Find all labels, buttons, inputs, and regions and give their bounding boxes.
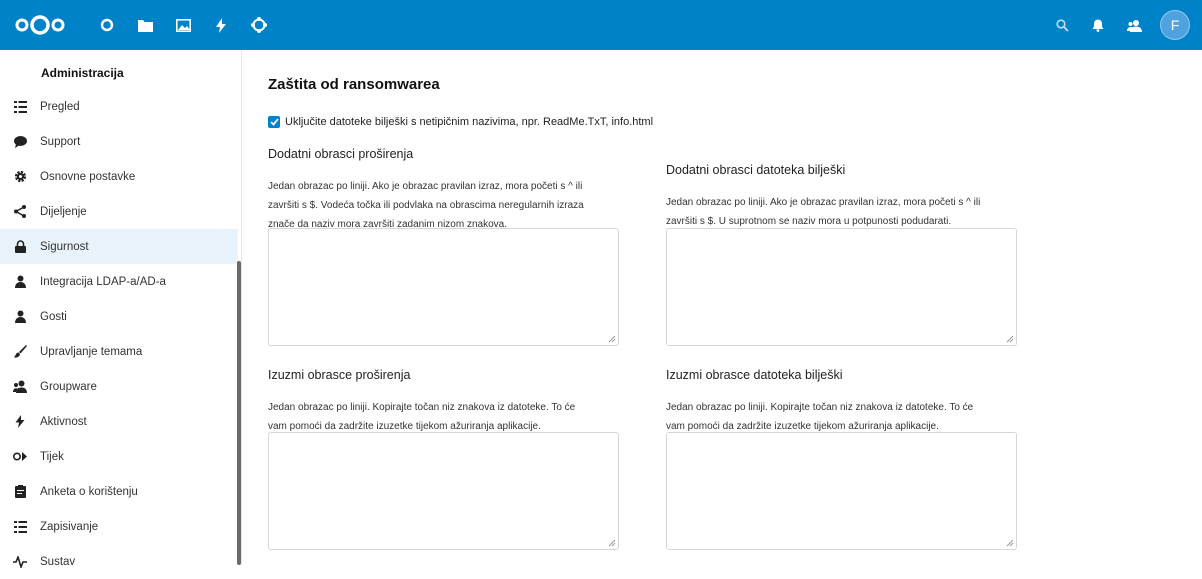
checkbox-label: Uključite datoteke bilješki s netipičnim…	[285, 116, 654, 128]
sidebar-item-label: Sustav	[40, 555, 76, 568]
sidebar-item-label: Aktivnost	[40, 415, 87, 428]
files-icon[interactable]	[126, 0, 164, 50]
sidebar-item-label: Sigurnost	[40, 240, 89, 253]
main-content: Zaštita od ransomwarea Uključite datotek…	[242, 50, 1202, 565]
user-icon	[12, 274, 28, 290]
nextcloud-logo-icon[interactable]	[14, 13, 66, 37]
sidebar-item-osnovne-postavke[interactable]: Osnovne postavke	[0, 159, 238, 194]
sidebar-item-tijek[interactable]: Tijek	[0, 439, 238, 474]
section-title: Dodatni obrasci proširenja	[268, 147, 414, 161]
sidebar-item-label: Groupware	[40, 380, 97, 393]
section-description: Jedan obrazac po liniji. Ako je obrazac …	[268, 177, 628, 234]
guest-user-icon	[12, 309, 28, 325]
pulse-icon	[12, 554, 28, 570]
sidebar-item-label: Anketa o korištenju	[40, 485, 138, 498]
flow-icon	[12, 449, 28, 465]
sidebar-scrollbar[interactable]	[237, 261, 241, 565]
section-description: Jedan obrazac po liniji. Kopirajte točan…	[268, 398, 628, 436]
speech-bubble-icon	[12, 134, 28, 150]
sidebar-item-label: Pregled	[40, 100, 80, 113]
notifications-icon[interactable]	[1080, 0, 1116, 50]
sidebar-item-label: Tijek	[40, 450, 64, 463]
resize-grip-icon[interactable]	[608, 335, 616, 343]
sidebar-item-pregled[interactable]: Pregled	[0, 89, 238, 124]
circles-icon[interactable]	[240, 0, 278, 50]
extension-exclude-textarea[interactable]	[268, 432, 619, 550]
clipboard-icon	[12, 484, 28, 500]
checkmark-icon	[269, 118, 279, 126]
sidebar-item-ldap[interactable]: Integracija LDAP-a/AD-a	[0, 264, 238, 299]
sidebar-item-label: Upravljanje temama	[40, 345, 143, 358]
desc-line: Jedan obrazac po liniji. Ako je obrazac …	[666, 197, 981, 208]
note-file-checkbox[interactable]	[268, 116, 280, 128]
resize-grip-icon[interactable]	[1006, 539, 1014, 547]
extension-patterns-section: Dodatni obrasci proširenja Jedan obrazac…	[268, 147, 628, 234]
lock-icon	[12, 239, 28, 255]
sidebar-item-gosti[interactable]: Gosti	[0, 299, 238, 334]
sidebar-item-aktivnost[interactable]: Aktivnost	[0, 404, 238, 439]
section-description: Jedan obrazac po liniji. Kopirajte točan…	[666, 398, 1026, 436]
section-title: Dodatni obrasci datoteka bilješki	[666, 163, 846, 177]
sidebar-item-label: Integracija LDAP-a/AD-a	[40, 275, 166, 288]
desc-line: vam pomoći da zadržite izuzetke tijekom …	[268, 421, 541, 432]
note-patterns-textarea[interactable]	[666, 228, 1017, 346]
sidebar-list: Pregled Support Osnovne postavke Dijelje…	[0, 89, 238, 579]
sidebar-item-anketa[interactable]: Anketa o korištenju	[0, 474, 238, 509]
section-description: Jedan obrazac po liniji. Ako je obrazac …	[666, 193, 1026, 231]
photos-icon[interactable]	[164, 0, 202, 50]
contacts-icon[interactable]	[1116, 0, 1152, 50]
note-exclude-section: Izuzmi obrasce datoteka bilješki Jedan o…	[666, 368, 1026, 436]
sidebar-item-sigurnost[interactable]: Sigurnost	[0, 229, 238, 264]
group-icon	[12, 379, 28, 395]
sidebar-heading: Administracija	[41, 66, 124, 80]
dashboard-icon[interactable]	[88, 0, 126, 50]
desc-line: završiti s $. Vodeća točka ili podvlaka …	[268, 200, 584, 211]
search-icon[interactable]	[1044, 0, 1080, 50]
desc-line: Jedan obrazac po liniji. Kopirajte točan…	[666, 402, 974, 413]
sidebar-item-sustav[interactable]: Sustav	[0, 544, 238, 579]
share-icon	[12, 204, 28, 220]
sidebar-item-label: Gosti	[40, 310, 67, 323]
sidebar-item-dijeljenje[interactable]: Dijeljenje	[0, 194, 238, 229]
note-patterns-section: Dodatni obrasci datoteka bilješki Jedan …	[666, 163, 1026, 231]
extension-patterns-textarea[interactable]	[268, 228, 619, 346]
log-list-icon	[12, 519, 28, 535]
sidebar-item-label: Zapisivanje	[40, 520, 99, 533]
lightning-icon	[12, 414, 28, 430]
activity-icon[interactable]	[202, 0, 240, 50]
resize-grip-icon[interactable]	[1006, 335, 1014, 343]
section-title: Izuzmi obrasce datoteka bilješki	[666, 368, 843, 382]
page-title: Zaštita od ransomwarea	[268, 76, 440, 93]
resize-grip-icon[interactable]	[608, 539, 616, 547]
user-avatar[interactable]: F	[1160, 10, 1190, 40]
desc-line: završiti s $. U suprotnom se naziv mora …	[666, 216, 952, 227]
desc-line: vam pomoći da zadržite izuzetke tijekom …	[666, 421, 939, 432]
gear-icon	[12, 169, 28, 185]
sidebar-item-label: Support	[40, 135, 81, 148]
desc-line: Jedan obrazac po liniji. Kopirajte točan…	[268, 402, 576, 413]
top-header: F	[0, 0, 1202, 50]
sidebar-item-label: Osnovne postavke	[40, 170, 136, 183]
section-title: Izuzmi obrasce proširenja	[268, 368, 411, 382]
desc-line: Jedan obrazac po liniji. Ako je obrazac …	[268, 181, 583, 192]
overview-list-icon	[12, 99, 28, 115]
note-file-checkbox-row[interactable]: Uključite datoteke bilješki s netipičnim…	[268, 116, 653, 128]
admin-sidebar: Administracija Pregled Support Osnovne p…	[0, 50, 242, 568]
sidebar-item-label: Dijeljenje	[40, 205, 87, 218]
sidebar-item-support[interactable]: Support	[0, 124, 238, 159]
sidebar-item-groupware[interactable]: Groupware	[0, 369, 238, 404]
paint-brush-icon	[12, 344, 28, 360]
sidebar-item-zapisivanje[interactable]: Zapisivanje	[0, 509, 238, 544]
note-exclude-textarea[interactable]	[666, 432, 1017, 550]
sidebar-item-upravljanje-temama[interactable]: Upravljanje temama	[0, 334, 238, 369]
extension-exclude-section: Izuzmi obrasce proširenja Jedan obrazac …	[268, 368, 628, 436]
